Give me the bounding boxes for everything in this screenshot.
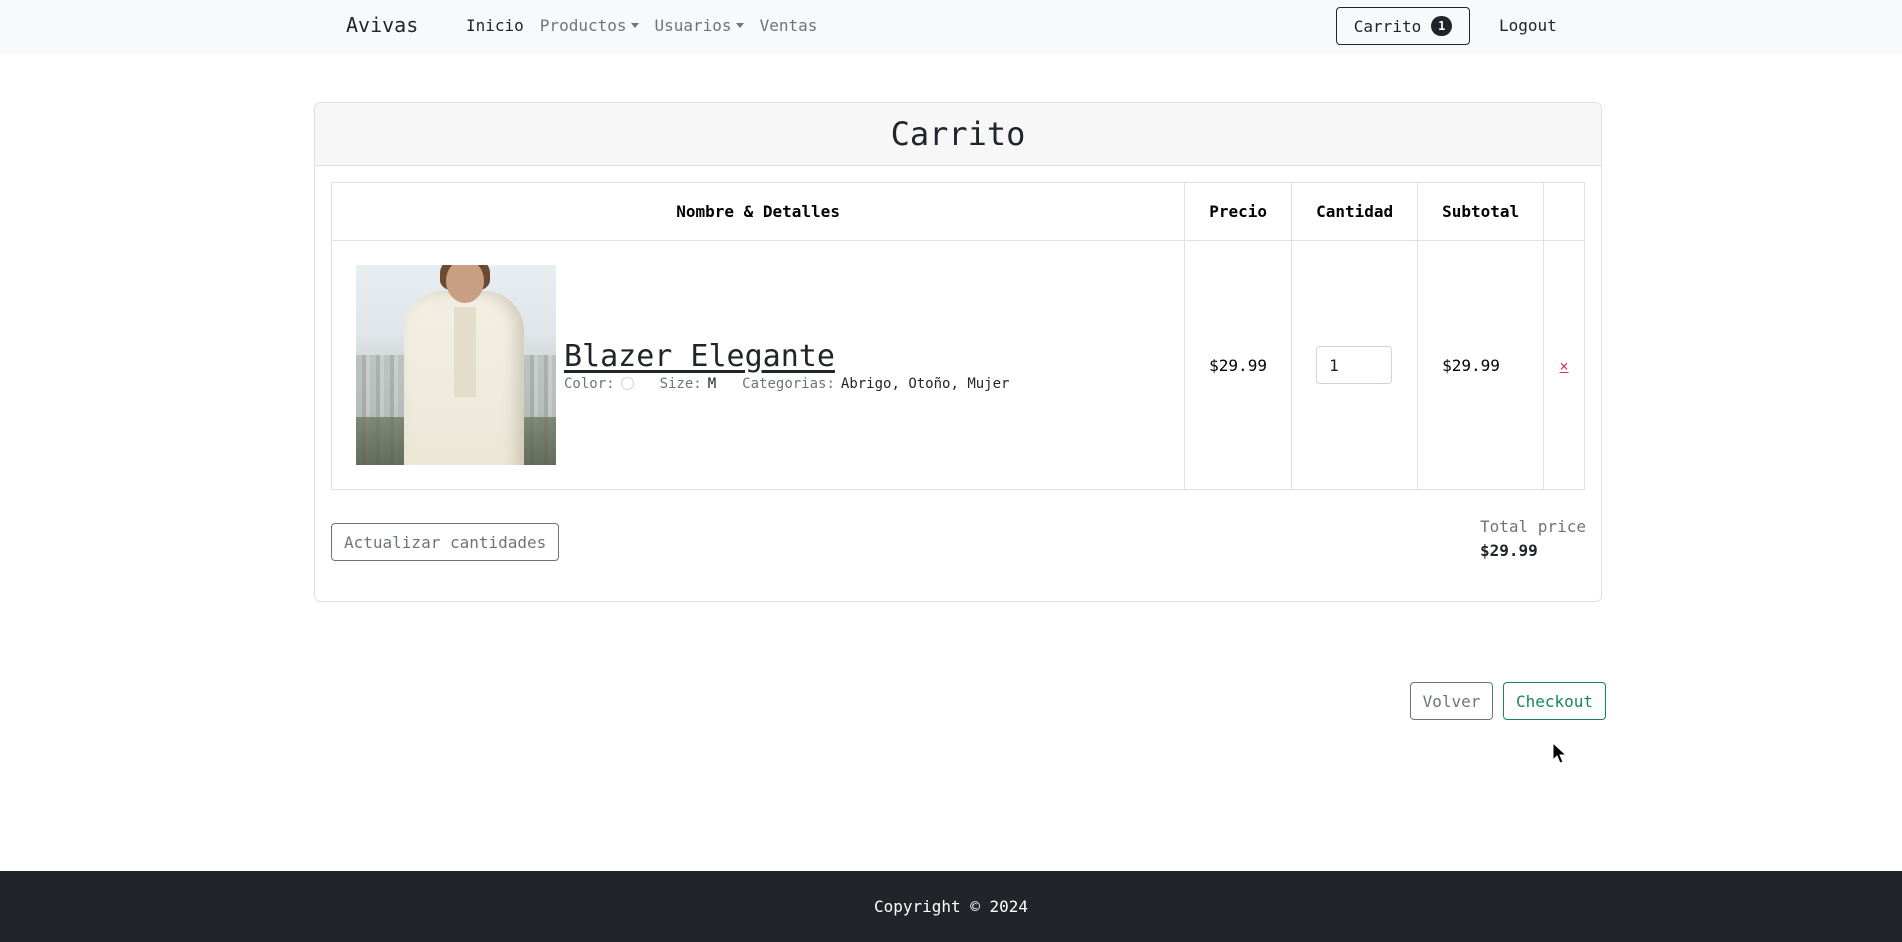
- nav-link-inicio[interactable]: Inicio: [466, 16, 524, 35]
- total-price-label: Total price: [1480, 517, 1586, 536]
- cart-card-header: Carrito: [315, 103, 1601, 166]
- total-block: Total price $29.99: [1480, 515, 1586, 563]
- nav-dropdown-usuarios[interactable]: Usuarios: [655, 16, 744, 35]
- color-swatch: [620, 377, 634, 390]
- categories-value: Abrigo, Otoño, Mujer: [840, 375, 1010, 392]
- cart-table: Nombre & Detalles Precio Cantidad Subtot…: [330, 182, 1585, 490]
- size-value: M: [707, 375, 717, 392]
- product-name-link[interactable]: Blazer Elegante: [564, 339, 1009, 374]
- brand-logo[interactable]: Avivas: [346, 13, 418, 37]
- nav-link-ventas[interactable]: Ventas: [760, 16, 818, 35]
- product-details: Blazer Elegante Color: Size: M Categoria…: [356, 265, 1160, 465]
- subtotal-cell: $29.99: [1417, 240, 1545, 490]
- remove-item-icon[interactable]: ×: [1560, 357, 1569, 375]
- column-header-subtotal: Subtotal: [1417, 182, 1545, 241]
- column-header-name: Nombre & Detalles: [330, 182, 1186, 241]
- nav-dropdown-productos[interactable]: Productos: [540, 16, 639, 35]
- table-header-row: Nombre & Detalles Precio Cantidad Subtot…: [330, 182, 1585, 241]
- product-image[interactable]: [356, 265, 556, 465]
- nav-dropdown-label: Usuarios: [654, 16, 732, 35]
- page-title: Carrito: [890, 115, 1026, 153]
- size-label: Size:: [659, 375, 702, 392]
- categories-label: Categorias:: [742, 375, 835, 392]
- cart-count-badge: 1: [1431, 16, 1453, 36]
- cart-card: Carrito Nombre & Detalles Precio Cantida…: [314, 102, 1602, 602]
- nav-dropdown-label: Productos: [539, 16, 627, 35]
- footer: Copyright © 2024: [0, 871, 1902, 942]
- column-header-remove: [1543, 182, 1585, 241]
- price-cell: $29.99: [1184, 240, 1293, 490]
- nav-links: Inicio Productos Usuarios Ventas: [466, 16, 817, 35]
- product-info: Blazer Elegante Color: Size: M Categoria…: [564, 339, 1009, 392]
- navbar: Avivas Inicio Productos Usuarios Ventas …: [0, 0, 1902, 54]
- quantity-input[interactable]: [1316, 346, 1393, 384]
- quantity-cell: [1291, 240, 1419, 490]
- color-label: Color:: [564, 375, 615, 392]
- remove-cell: ×: [1543, 240, 1585, 490]
- mouse-cursor-icon: [1552, 742, 1568, 764]
- back-button[interactable]: Volver: [1410, 682, 1493, 720]
- product-cell: Blazer Elegante Color: Size: M Categoria…: [330, 240, 1186, 490]
- column-header-price: Precio: [1184, 182, 1293, 241]
- table-row: Blazer Elegante Color: Size: M Categoria…: [330, 240, 1585, 490]
- copyright-text: Copyright © 2024: [873, 897, 1029, 916]
- product-meta: Color: Size: M Categorias: Abrigo, Otoño…: [564, 376, 1009, 392]
- cart-button[interactable]: Carrito 1: [1336, 7, 1470, 45]
- column-header-quantity: Cantidad: [1291, 182, 1419, 241]
- update-quantities-button[interactable]: Actualizar cantidades: [331, 523, 560, 561]
- caret-down-icon: [630, 23, 639, 28]
- total-price-value: $29.99: [1480, 541, 1538, 560]
- cart-button-label: Carrito: [1353, 16, 1422, 36]
- caret-down-icon: [735, 23, 744, 28]
- logout-link[interactable]: Logout: [1499, 16, 1557, 35]
- checkout-button[interactable]: Checkout: [1503, 682, 1606, 720]
